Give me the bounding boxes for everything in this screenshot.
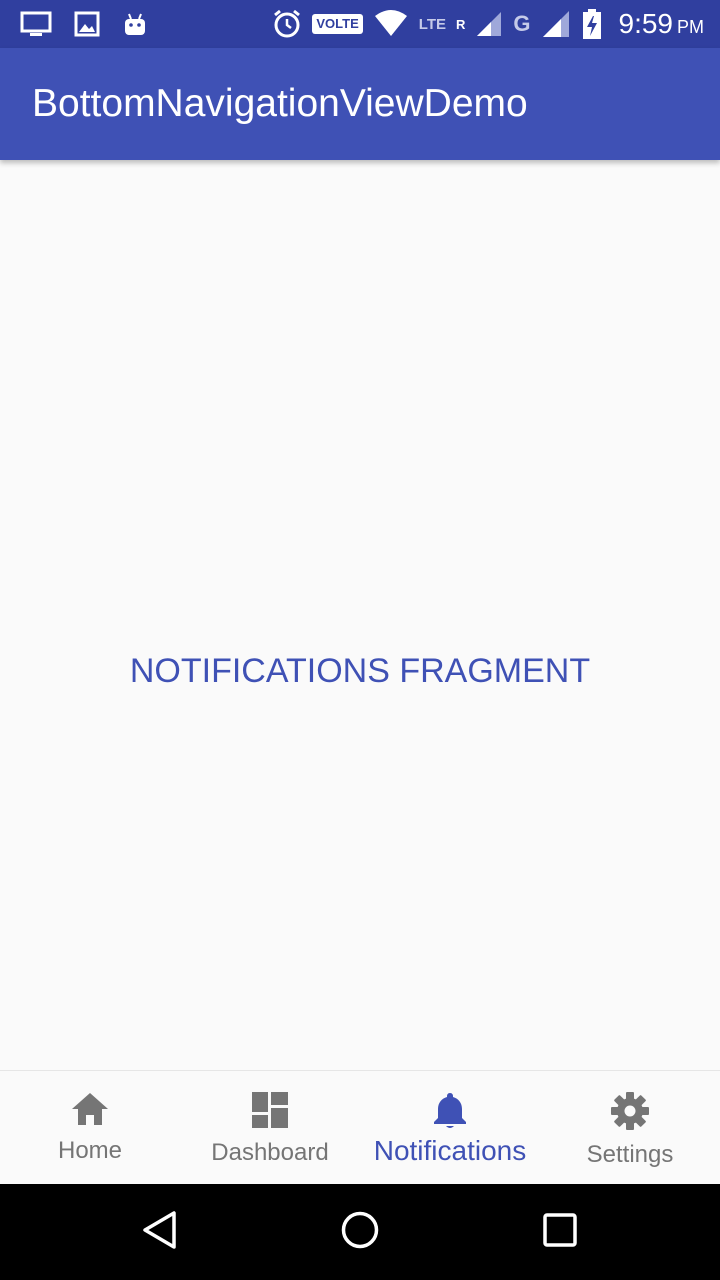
home-button[interactable] [310, 1184, 410, 1280]
status-bar: VOLTE LTE R G 9:59 PM [0, 0, 720, 48]
g-label: G [513, 11, 531, 36]
fragment-container: NOTIFICATIONS FRAGMENT [0, 160, 720, 1070]
recents-icon [542, 1212, 578, 1253]
wifi-icon [373, 10, 409, 38]
alarm-icon [272, 9, 302, 39]
android-icon [122, 11, 148, 37]
home-circle-icon [340, 1210, 380, 1255]
lte-label: LTE [418, 15, 446, 33]
bell-icon [432, 1091, 468, 1129]
volte-badge: VOLTE [312, 14, 363, 34]
nav-label-settings: Settings [586, 1141, 674, 1168]
home-icon [70, 1091, 110, 1127]
nav-item-dashboard[interactable]: Dashboard [180, 1071, 360, 1185]
app-bar: BottomNavigationViewDemo [0, 48, 720, 160]
nav-item-settings[interactable]: Settings [540, 1071, 720, 1185]
monitor-icon [20, 11, 52, 37]
signal-icon-2 [541, 9, 571, 39]
system-navigation-bar [0, 1184, 720, 1280]
screen: VOLTE LTE R G 9:59 PM BottomNavigationVi… [0, 0, 720, 1280]
dashboard-icon [251, 1091, 289, 1129]
nav-label-notifications: Notifications [373, 1135, 527, 1166]
nav-label-home: Home [57, 1137, 123, 1164]
image-icon [74, 11, 100, 37]
gear-icon [610, 1091, 650, 1131]
signal-icon [475, 10, 503, 38]
clock: 9:59 PM [618, 8, 705, 39]
fragment-label: NOTIFICATIONS FRAGMENT [129, 652, 591, 690]
roaming-label: R [455, 16, 466, 32]
recents-button[interactable] [510, 1184, 610, 1280]
back-button[interactable] [110, 1184, 210, 1280]
back-icon [140, 1210, 180, 1255]
battery-charging-icon [581, 8, 603, 40]
nav-item-notifications[interactable]: Notifications [360, 1071, 540, 1185]
bottom-navigation: Home Dashboard Notifications Settings [0, 1070, 720, 1185]
app-title: BottomNavigationViewDemo [32, 82, 528, 125]
nav-label-dashboard: Dashboard [211, 1139, 329, 1166]
nav-item-home[interactable]: Home [0, 1071, 180, 1185]
